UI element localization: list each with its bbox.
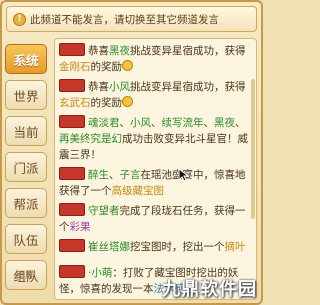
message-highlight[interactable]: 守望者 bbox=[88, 205, 120, 217]
watermark-text: 九鼎软件园 bbox=[162, 279, 257, 300]
system-channel-badge bbox=[59, 167, 85, 180]
system-channel-badge bbox=[59, 203, 85, 216]
message-text: 挑战变异星宿成功，获得 bbox=[130, 81, 246, 93]
tab-sect[interactable]: 门派 bbox=[5, 152, 47, 182]
message-text: 恭喜 bbox=[88, 81, 109, 93]
message-text: 挑战变异星宿成功，获得 bbox=[130, 45, 246, 57]
system-channel-badge bbox=[59, 79, 85, 92]
lock-screen-toggle[interactable]: 锁屏 bbox=[7, 268, 43, 284]
message-text: 挖宝图时，挖出一个 bbox=[130, 241, 225, 253]
message-highlight[interactable]: ·小萌 bbox=[88, 267, 112, 279]
mouse-cursor-icon bbox=[178, 168, 190, 182]
message-text: 、 bbox=[235, 117, 246, 129]
message-text: 、 bbox=[203, 117, 215, 129]
message-text: 、 bbox=[109, 169, 120, 181]
chat-message: 恭喜小风挑战变异星宿成功，获得玄武石的奖励 bbox=[59, 79, 253, 111]
info-icon: ! bbox=[13, 12, 26, 26]
message-highlight[interactable]: 小风 bbox=[109, 81, 130, 93]
tab-sect-label: 门派 bbox=[13, 160, 39, 176]
tab-team-label: 队伍 bbox=[13, 232, 39, 248]
message-highlight: 玄武石 bbox=[59, 97, 91, 109]
tab-world[interactable]: 世界 bbox=[5, 80, 47, 110]
message-highlight[interactable]: 黑夜 bbox=[109, 45, 130, 57]
message-text: 恭喜 bbox=[88, 45, 109, 57]
message-highlight[interactable]: 子言 bbox=[120, 169, 141, 181]
message-highlight[interactable]: 续写流年 bbox=[162, 117, 204, 129]
system-channel-badge bbox=[59, 239, 85, 252]
smiley-emoticon-icon bbox=[122, 96, 133, 107]
message-text: 、 bbox=[151, 117, 162, 129]
system-channel-badge bbox=[59, 265, 85, 278]
message-highlight: 彩果 bbox=[69, 221, 91, 233]
tab-current[interactable]: 当前 bbox=[5, 116, 47, 146]
channel-notice-bar: ! 此频道不能发言，请切换至其它频道发言 bbox=[6, 6, 257, 32]
channel-tabs: 系统 世界 当前 门派 帮派 队伍 组队 bbox=[5, 44, 49, 294]
message-text: 、 bbox=[119, 117, 131, 129]
system-channel-badge bbox=[59, 43, 85, 56]
message-highlight[interactable]: 再美终究是幻 bbox=[59, 133, 122, 145]
chat-message: 恭喜黑夜挑战变异星宿成功，获得金刚石的奖励 bbox=[59, 43, 253, 75]
chat-message: 魂淡君、小风、续写流年、黑夜、再美终究是幻成功击败变异北斗星官！威震三界！ bbox=[59, 115, 253, 163]
chat-panel: ! 此频道不能发言，请切换至其它频道发言 系统 世界 当前 门派 帮派 队伍 组… bbox=[0, 0, 263, 305]
system-channel-badge bbox=[59, 115, 85, 128]
message-highlight: 高级藏宝图 bbox=[111, 185, 165, 197]
tab-system[interactable]: 系统 bbox=[5, 44, 47, 74]
tab-guild-label: 帮派 bbox=[13, 196, 39, 212]
message-highlight: 金刚石 bbox=[59, 61, 91, 73]
chat-message: 守望者完成了段珑石任务，获得一个彩果 bbox=[59, 203, 253, 235]
tab-guild[interactable]: 帮派 bbox=[5, 188, 47, 218]
message-highlight: 摘叶 bbox=[224, 241, 246, 253]
chat-scrollbar[interactable] bbox=[251, 79, 255, 219]
lock-screen-label: 锁屏 bbox=[15, 271, 34, 281]
tab-team[interactable]: 队伍 bbox=[5, 224, 47, 254]
chat-log[interactable]: 恭喜黑夜挑战变异星宿成功，获得金刚石的奖励 恭喜小风挑战变异星宿成功，获得玄武石… bbox=[54, 38, 257, 300]
message-text: 的奖励 bbox=[90, 97, 123, 109]
chat-message: 醉生、子言在瑶池盛宴中，惊喜地获得了一个高级藏宝图 bbox=[59, 167, 253, 199]
message-highlight[interactable]: 小风 bbox=[130, 117, 151, 129]
message-highlight[interactable]: 崔丝塔娜 bbox=[88, 241, 130, 253]
chat-message: 崔丝塔娜挖宝图时，挖出一个摘叶 bbox=[59, 239, 253, 255]
notice-text: 此频道不能发言，请切换至其它频道发言 bbox=[30, 13, 219, 26]
tab-system-label: 系统 bbox=[13, 52, 39, 68]
tab-current-label: 当前 bbox=[13, 124, 39, 140]
smiley-emoticon-icon bbox=[122, 60, 133, 71]
message-highlight[interactable]: 魂淡君 bbox=[88, 117, 120, 129]
message-text: 的奖励 bbox=[90, 61, 123, 73]
message-highlight[interactable]: 黑夜 bbox=[214, 117, 235, 129]
message-highlight[interactable]: 醉生 bbox=[88, 169, 109, 181]
tab-world-label: 世界 bbox=[13, 88, 39, 104]
